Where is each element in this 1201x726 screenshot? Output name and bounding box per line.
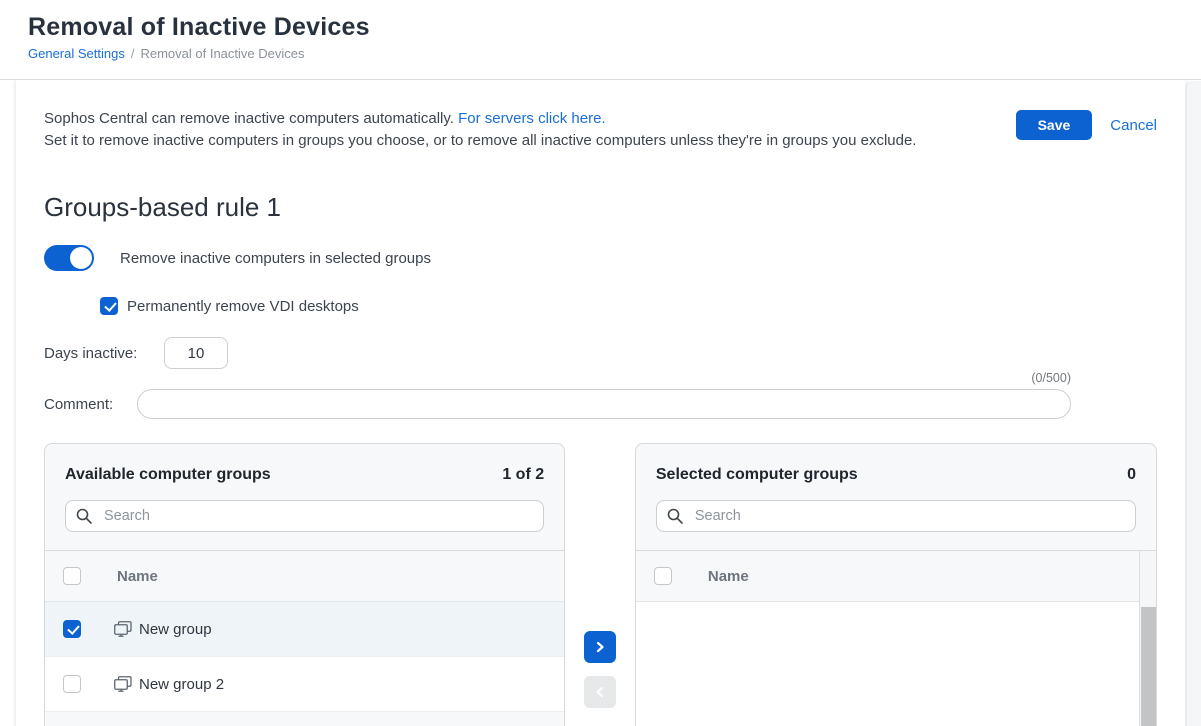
chevron-right-icon [594, 641, 606, 653]
available-table-header: Name [45, 551, 564, 602]
comment-char-counter: (0/500) [44, 371, 1071, 385]
selected-groups-panel: Selected computer groups 0 Name [635, 443, 1157, 726]
action-buttons: Save Cancel [1016, 110, 1157, 140]
available-panel-title: Available computer groups [65, 466, 271, 484]
intro-sentence-2: Set it to remove inactive computers in g… [44, 130, 916, 152]
group-selection-panels: Available computer groups 1 of 2 Name [44, 443, 1157, 726]
selected-table: Name [636, 550, 1156, 726]
group-row[interactable]: New group [45, 602, 564, 657]
name-column-header: Name [117, 568, 158, 585]
rule-enabled-toggle[interactable] [44, 245, 94, 271]
breadcrumb-current: Removal of Inactive Devices [140, 46, 304, 61]
page-header: Removal of Inactive Devices General Sett… [0, 0, 1201, 80]
vdi-checkbox-label: Permanently remove VDI desktops [127, 298, 359, 315]
panel-scrollbar-track[interactable] [1139, 551, 1156, 726]
available-groups-panel: Available computer groups 1 of 2 Name [44, 443, 565, 726]
available-table-body: New group New group 2 [45, 602, 564, 712]
available-search [65, 500, 544, 532]
select-all-checkbox[interactable] [654, 567, 672, 585]
computer-group-icon [114, 621, 132, 637]
intro-text: Sophos Central can remove inactive compu… [44, 108, 916, 152]
selected-panel-count: 0 [1127, 466, 1136, 484]
page-title: Removal of Inactive Devices [28, 13, 1173, 42]
transfer-controls [565, 443, 635, 708]
group-name: New group 2 [139, 676, 224, 693]
comment-label: Comment: [44, 396, 137, 413]
days-inactive-row: Days inactive: [44, 337, 1157, 369]
page-scrollbar[interactable] [1186, 81, 1201, 726]
comment-block: (0/500) Comment: [44, 371, 1071, 419]
intro-row: Sophos Central can remove inactive compu… [44, 108, 1157, 152]
comment-input[interactable] [137, 389, 1071, 419]
move-left-button[interactable] [584, 676, 616, 708]
move-right-button[interactable] [584, 631, 616, 663]
selected-search [656, 500, 1136, 532]
available-panel-header: Available computer groups 1 of 2 [45, 444, 564, 484]
select-all-checkbox[interactable] [63, 567, 81, 585]
days-inactive-label: Days inactive: [44, 345, 164, 362]
selected-table-body [636, 602, 1156, 726]
intro-sentence-1: Sophos Central can remove inactive compu… [44, 110, 454, 127]
group-row[interactable]: New group 2 [45, 657, 564, 712]
vdi-checkbox[interactable] [100, 297, 118, 315]
servers-link[interactable]: For servers click here. [458, 110, 606, 127]
rule-heading: Groups-based rule 1 [44, 192, 1157, 223]
content-card: Sophos Central can remove inactive compu… [16, 80, 1185, 726]
removal-of-inactive-devices-page: Removal of Inactive Devices General Sett… [0, 0, 1201, 726]
selected-search-input[interactable] [656, 500, 1136, 532]
days-inactive-input[interactable] [164, 337, 228, 369]
vdi-checkbox-row: Permanently remove VDI desktops [100, 297, 1157, 315]
breadcrumb-link-general-settings[interactable]: General Settings [28, 46, 125, 61]
selected-panel-header: Selected computer groups 0 [636, 444, 1156, 484]
available-panel-count: 1 of 2 [502, 466, 544, 484]
rule-toggle-row: Remove inactive computers in selected gr… [44, 245, 1157, 271]
row-checkbox[interactable] [63, 620, 81, 638]
row-checkbox[interactable] [63, 675, 81, 693]
chevron-left-icon [594, 686, 606, 698]
selected-panel-title: Selected computer groups [656, 466, 858, 484]
search-icon [667, 508, 683, 524]
name-column-header: Name [708, 568, 749, 585]
group-name: New group [139, 621, 212, 638]
breadcrumb: General Settings / Removal of Inactive Dev… [28, 46, 1173, 61]
panel-scrollbar-thumb[interactable] [1141, 607, 1156, 726]
save-button[interactable]: Save [1016, 110, 1093, 140]
selected-table-header: Name [636, 551, 1156, 602]
cancel-button[interactable]: Cancel [1110, 117, 1157, 134]
breadcrumb-separator: / [131, 46, 135, 61]
rule-toggle-label: Remove inactive computers in selected gr… [120, 250, 431, 267]
search-icon [76, 508, 92, 524]
available-search-input[interactable] [65, 500, 544, 532]
toggle-knob [70, 247, 92, 269]
available-table: Name New group New group 2 [45, 550, 564, 712]
comment-row: Comment: [44, 389, 1071, 419]
computer-group-icon [114, 676, 132, 692]
